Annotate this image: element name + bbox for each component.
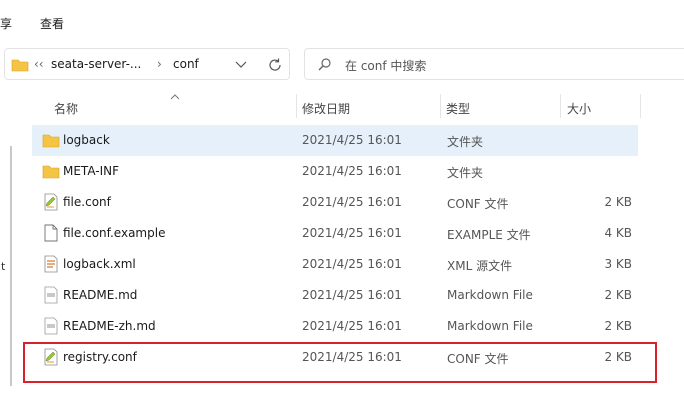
xml-file-icon <box>44 255 58 273</box>
file-type: Markdown File <box>447 288 533 302</box>
tab-share[interactable]: 享 <box>0 15 12 32</box>
conf-file-icon <box>44 193 58 211</box>
folder-icon <box>42 134 60 148</box>
file-type: 文件夹 <box>447 166 484 180</box>
file-size: 2 KB <box>604 195 632 209</box>
file-type: CONF 文件 <box>447 197 509 211</box>
column-header-modified[interactable]: 修改日期 <box>302 100 350 117</box>
ribbon: 享 查看 <box>0 0 684 40</box>
column-divider[interactable] <box>440 94 441 118</box>
breadcrumb-overflow[interactable]: ‹‹ <box>34 57 44 71</box>
highlight-annotation-box <box>23 342 657 383</box>
file-name: README-zh.md <box>63 319 156 333</box>
column-divider[interactable] <box>296 94 297 118</box>
file-type: 文件夹 <box>447 135 484 149</box>
search-box[interactable]: 在 conf 中搜索 <box>304 48 684 80</box>
file-row[interactable]: META-INF 2021/4/25 16:01 文件夹 <box>32 156 638 187</box>
folder-icon <box>42 165 60 179</box>
column-divider[interactable] <box>640 94 641 118</box>
file-size: 2 KB <box>604 288 632 302</box>
folder-icon <box>11 59 29 72</box>
column-header-size[interactable]: 大小 <box>567 100 591 117</box>
search-icon <box>318 58 331 71</box>
file-modified: 2021/4/25 16:01 <box>302 257 402 271</box>
sort-up-icon <box>170 94 180 100</box>
nav-pane-text-fragment: t <box>1 260 6 273</box>
file-row[interactable]: file.conf 2021/4/25 16:01 CONF 文件 2 KB <box>32 187 638 218</box>
nav-scrollbar[interactable] <box>10 146 12 386</box>
file-name: file.conf.example <box>63 226 166 240</box>
file-modified: 2021/4/25 16:01 <box>302 164 402 178</box>
file-modified: 2021/4/25 16:01 <box>302 319 402 333</box>
file-type: XML 源文件 <box>447 259 513 273</box>
breadcrumb-item-conf[interactable]: conf <box>173 57 199 71</box>
markdown-file-icon <box>44 286 58 304</box>
breadcrumb-item-seata-server[interactable]: seata-server-... <box>51 57 141 71</box>
address-bar[interactable]: ‹‹ seata-server-... › conf <box>4 48 290 80</box>
breadcrumb-separator: › <box>157 57 162 71</box>
column-headers: 名称 修改日期 类型 大小 <box>32 94 638 118</box>
column-divider[interactable] <box>560 94 561 118</box>
file-name: META-INF <box>63 164 120 178</box>
file-modified: 2021/4/25 16:01 <box>302 226 402 240</box>
chevron-down-icon[interactable] <box>235 60 247 70</box>
file-modified: 2021/4/25 16:01 <box>302 288 402 302</box>
search-input[interactable]: 在 conf 中搜索 <box>345 57 426 74</box>
file-row[interactable]: file.conf.example 2021/4/25 16:01 EXAMPL… <box>32 218 638 249</box>
refresh-icon[interactable] <box>267 57 283 73</box>
file-type: EXAMPLE 文件 <box>447 228 531 242</box>
file-name: logback.xml <box>63 257 136 271</box>
file-name: README.md <box>63 288 138 302</box>
markdown-file-icon <box>44 317 58 335</box>
file-size: 2 KB <box>604 319 632 333</box>
column-header-type[interactable]: 类型 <box>446 100 470 117</box>
file-name: logback <box>63 133 110 147</box>
file-size: 4 KB <box>604 226 632 240</box>
file-row[interactable]: README-zh.md 2021/4/25 16:01 Markdown Fi… <box>32 311 638 342</box>
file-row[interactable]: README.md 2021/4/25 16:01 Markdown File … <box>32 280 638 311</box>
blank-file-icon <box>44 224 58 242</box>
file-modified: 2021/4/25 16:01 <box>302 133 402 147</box>
file-row[interactable]: logback 2021/4/25 16:01 文件夹 <box>32 125 638 156</box>
file-type: Markdown File <box>447 319 533 333</box>
tab-view[interactable]: 查看 <box>40 15 64 32</box>
file-row[interactable]: logback.xml 2021/4/25 16:01 XML 源文件 3 KB <box>32 249 638 280</box>
file-modified: 2021/4/25 16:01 <box>302 195 402 209</box>
file-name: file.conf <box>63 195 111 209</box>
column-header-name[interactable]: 名称 <box>54 100 78 117</box>
file-size: 3 KB <box>604 257 632 271</box>
